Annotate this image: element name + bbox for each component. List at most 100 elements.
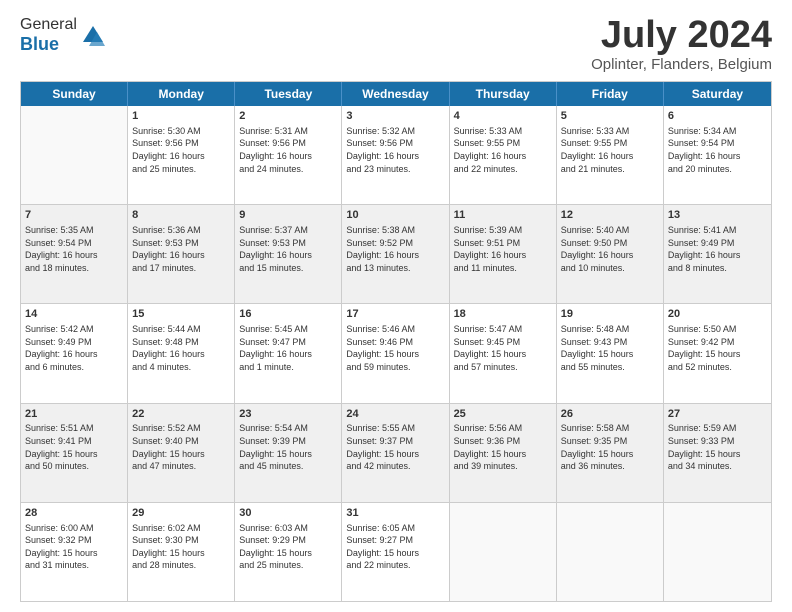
day-info: Sunrise: 5:56 AM Sunset: 9:36 PM Dayligh… xyxy=(454,422,552,472)
day-number: 6 xyxy=(668,109,767,124)
day-info: Sunrise: 5:58 AM Sunset: 9:35 PM Dayligh… xyxy=(561,422,659,472)
day-info: Sunrise: 5:50 AM Sunset: 9:42 PM Dayligh… xyxy=(668,323,767,373)
day-info: Sunrise: 5:33 AM Sunset: 9:55 PM Dayligh… xyxy=(561,125,659,175)
day-info: Sunrise: 5:44 AM Sunset: 9:48 PM Dayligh… xyxy=(132,323,230,373)
logo-icon xyxy=(79,22,107,50)
day-info: Sunrise: 5:42 AM Sunset: 9:49 PM Dayligh… xyxy=(25,323,123,373)
header-day-friday: Friday xyxy=(557,82,664,106)
calendar-cell xyxy=(557,503,664,601)
day-number: 31 xyxy=(346,506,444,521)
calendar-cell: 23Sunrise: 5:54 AM Sunset: 9:39 PM Dayli… xyxy=(235,404,342,502)
calendar-header: SundayMondayTuesdayWednesdayThursdayFrid… xyxy=(21,82,771,106)
day-number: 13 xyxy=(668,208,767,223)
title-block: July 2024 Oplinter, Flanders, Belgium xyxy=(591,16,772,73)
day-number: 17 xyxy=(346,307,444,322)
day-number: 24 xyxy=(346,407,444,422)
calendar-row-4: 21Sunrise: 5:51 AM Sunset: 9:41 PM Dayli… xyxy=(21,404,771,503)
calendar-cell: 12Sunrise: 5:40 AM Sunset: 9:50 PM Dayli… xyxy=(557,205,664,303)
calendar-cell: 15Sunrise: 5:44 AM Sunset: 9:48 PM Dayli… xyxy=(128,304,235,402)
day-number: 12 xyxy=(561,208,659,223)
calendar-cell: 2Sunrise: 5:31 AM Sunset: 9:56 PM Daylig… xyxy=(235,106,342,204)
day-number: 28 xyxy=(25,506,123,521)
day-number: 8 xyxy=(132,208,230,223)
day-info: Sunrise: 5:35 AM Sunset: 9:54 PM Dayligh… xyxy=(25,224,123,274)
day-number: 14 xyxy=(25,307,123,322)
calendar-row-2: 7Sunrise: 5:35 AM Sunset: 9:54 PM Daylig… xyxy=(21,205,771,304)
day-number: 5 xyxy=(561,109,659,124)
calendar-cell: 7Sunrise: 5:35 AM Sunset: 9:54 PM Daylig… xyxy=(21,205,128,303)
day-number: 26 xyxy=(561,407,659,422)
day-info: Sunrise: 5:52 AM Sunset: 9:40 PM Dayligh… xyxy=(132,422,230,472)
calendar: SundayMondayTuesdayWednesdayThursdayFrid… xyxy=(20,81,772,602)
day-number: 27 xyxy=(668,407,767,422)
calendar-cell: 20Sunrise: 5:50 AM Sunset: 9:42 PM Dayli… xyxy=(664,304,771,402)
day-number: 9 xyxy=(239,208,337,223)
calendar-cell: 5Sunrise: 5:33 AM Sunset: 9:55 PM Daylig… xyxy=(557,106,664,204)
header-day-tuesday: Tuesday xyxy=(235,82,342,106)
calendar-cell: 29Sunrise: 6:02 AM Sunset: 9:30 PM Dayli… xyxy=(128,503,235,601)
header: General Blue July 2024 Oplinter, Flander… xyxy=(20,16,772,73)
calendar-cell: 31Sunrise: 6:05 AM Sunset: 9:27 PM Dayli… xyxy=(342,503,449,601)
calendar-cell: 21Sunrise: 5:51 AM Sunset: 9:41 PM Dayli… xyxy=(21,404,128,502)
day-number: 19 xyxy=(561,307,659,322)
header-day-wednesday: Wednesday xyxy=(342,82,449,106)
calendar-cell: 28Sunrise: 6:00 AM Sunset: 9:32 PM Dayli… xyxy=(21,503,128,601)
calendar-cell xyxy=(664,503,771,601)
day-info: Sunrise: 5:37 AM Sunset: 9:53 PM Dayligh… xyxy=(239,224,337,274)
day-info: Sunrise: 5:47 AM Sunset: 9:45 PM Dayligh… xyxy=(454,323,552,373)
day-number: 16 xyxy=(239,307,337,322)
calendar-cell: 26Sunrise: 5:58 AM Sunset: 9:35 PM Dayli… xyxy=(557,404,664,502)
calendar-cell: 22Sunrise: 5:52 AM Sunset: 9:40 PM Dayli… xyxy=(128,404,235,502)
calendar-cell: 25Sunrise: 5:56 AM Sunset: 9:36 PM Dayli… xyxy=(450,404,557,502)
logo-text: General Blue xyxy=(20,16,107,55)
day-info: Sunrise: 5:55 AM Sunset: 9:37 PM Dayligh… xyxy=(346,422,444,472)
day-info: Sunrise: 5:45 AM Sunset: 9:47 PM Dayligh… xyxy=(239,323,337,373)
day-info: Sunrise: 5:40 AM Sunset: 9:50 PM Dayligh… xyxy=(561,224,659,274)
logo-general-text: General xyxy=(20,16,77,33)
location: Oplinter, Flanders, Belgium xyxy=(591,56,772,73)
calendar-cell xyxy=(450,503,557,601)
day-number: 23 xyxy=(239,407,337,422)
day-info: Sunrise: 5:36 AM Sunset: 9:53 PM Dayligh… xyxy=(132,224,230,274)
day-number: 1 xyxy=(132,109,230,124)
calendar-cell: 19Sunrise: 5:48 AM Sunset: 9:43 PM Dayli… xyxy=(557,304,664,402)
day-number: 4 xyxy=(454,109,552,124)
day-info: Sunrise: 5:39 AM Sunset: 9:51 PM Dayligh… xyxy=(454,224,552,274)
day-info: Sunrise: 6:00 AM Sunset: 9:32 PM Dayligh… xyxy=(25,522,123,572)
day-info: Sunrise: 5:41 AM Sunset: 9:49 PM Dayligh… xyxy=(668,224,767,274)
day-number: 10 xyxy=(346,208,444,223)
header-day-saturday: Saturday xyxy=(664,82,771,106)
logo-blue-text: Blue xyxy=(20,34,59,54)
day-info: Sunrise: 5:59 AM Sunset: 9:33 PM Dayligh… xyxy=(668,422,767,472)
calendar-cell: 3Sunrise: 5:32 AM Sunset: 9:56 PM Daylig… xyxy=(342,106,449,204)
calendar-cell: 13Sunrise: 5:41 AM Sunset: 9:49 PM Dayli… xyxy=(664,205,771,303)
day-info: Sunrise: 6:03 AM Sunset: 9:29 PM Dayligh… xyxy=(239,522,337,572)
day-number: 22 xyxy=(132,407,230,422)
day-info: Sunrise: 5:38 AM Sunset: 9:52 PM Dayligh… xyxy=(346,224,444,274)
calendar-cell: 10Sunrise: 5:38 AM Sunset: 9:52 PM Dayli… xyxy=(342,205,449,303)
calendar-cell: 1Sunrise: 5:30 AM Sunset: 9:56 PM Daylig… xyxy=(128,106,235,204)
calendar-body: 1Sunrise: 5:30 AM Sunset: 9:56 PM Daylig… xyxy=(21,106,771,601)
day-number: 2 xyxy=(239,109,337,124)
calendar-row-5: 28Sunrise: 6:00 AM Sunset: 9:32 PM Dayli… xyxy=(21,503,771,601)
day-info: Sunrise: 5:54 AM Sunset: 9:39 PM Dayligh… xyxy=(239,422,337,472)
day-number: 7 xyxy=(25,208,123,223)
day-number: 11 xyxy=(454,208,552,223)
day-info: Sunrise: 5:31 AM Sunset: 9:56 PM Dayligh… xyxy=(239,125,337,175)
calendar-cell: 9Sunrise: 5:37 AM Sunset: 9:53 PM Daylig… xyxy=(235,205,342,303)
calendar-cell: 6Sunrise: 5:34 AM Sunset: 9:54 PM Daylig… xyxy=(664,106,771,204)
day-number: 18 xyxy=(454,307,552,322)
calendar-row-3: 14Sunrise: 5:42 AM Sunset: 9:49 PM Dayli… xyxy=(21,304,771,403)
calendar-cell: 17Sunrise: 5:46 AM Sunset: 9:46 PM Dayli… xyxy=(342,304,449,402)
calendar-cell: 8Sunrise: 5:36 AM Sunset: 9:53 PM Daylig… xyxy=(128,205,235,303)
month-title: July 2024 xyxy=(591,16,772,54)
day-number: 3 xyxy=(346,109,444,124)
day-info: Sunrise: 5:33 AM Sunset: 9:55 PM Dayligh… xyxy=(454,125,552,175)
day-info: Sunrise: 5:51 AM Sunset: 9:41 PM Dayligh… xyxy=(25,422,123,472)
day-info: Sunrise: 6:05 AM Sunset: 9:27 PM Dayligh… xyxy=(346,522,444,572)
page: General Blue July 2024 Oplinter, Flander… xyxy=(0,0,792,612)
calendar-row-1: 1Sunrise: 5:30 AM Sunset: 9:56 PM Daylig… xyxy=(21,106,771,205)
calendar-cell: 11Sunrise: 5:39 AM Sunset: 9:51 PM Dayli… xyxy=(450,205,557,303)
day-info: Sunrise: 5:48 AM Sunset: 9:43 PM Dayligh… xyxy=(561,323,659,373)
day-number: 25 xyxy=(454,407,552,422)
